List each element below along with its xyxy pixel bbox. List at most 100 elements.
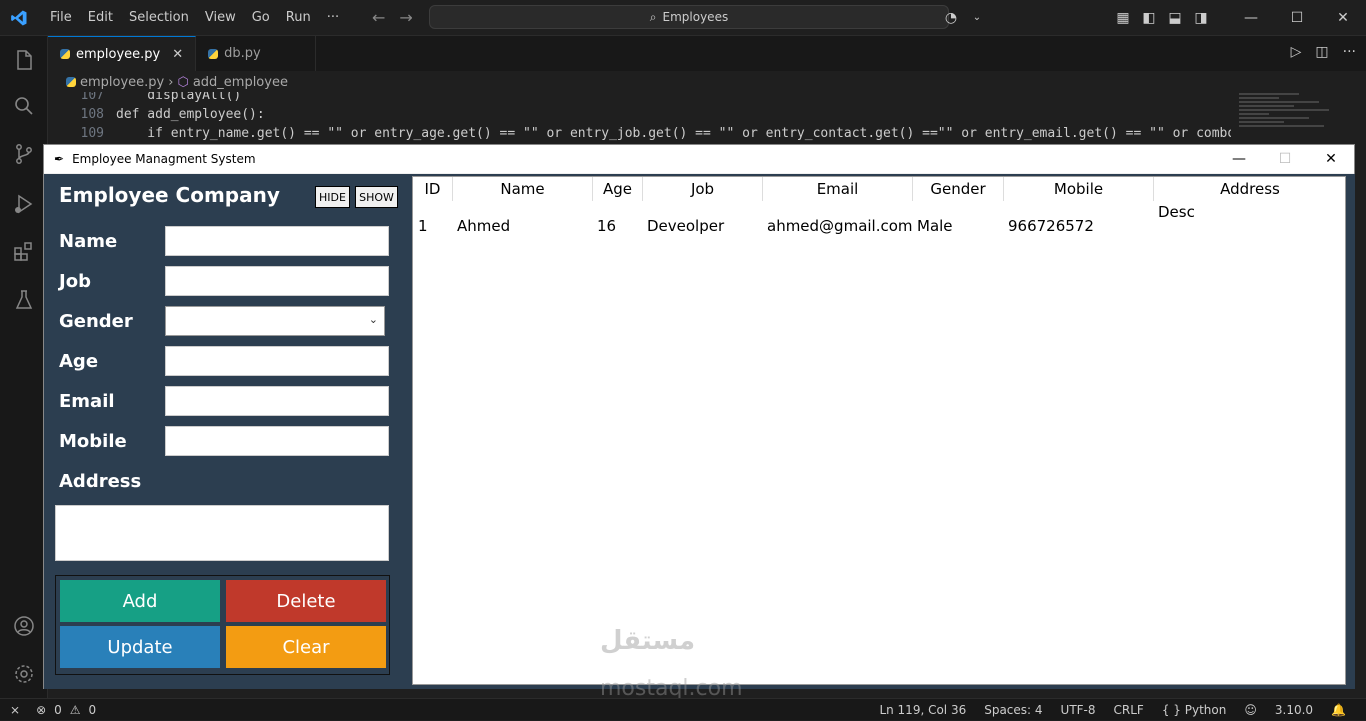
column-header-address[interactable]: Address	[1154, 177, 1345, 201]
error-count[interactable]: 0	[54, 703, 62, 717]
run-file-icon[interactable]: ▷	[1291, 44, 1302, 60]
tk-minimize-icon[interactable]: —	[1216, 145, 1262, 173]
code-editor[interactable]: 107 displayAll() 108 def add_employee():…	[48, 92, 1231, 144]
tk-close-icon[interactable]: ✕	[1308, 145, 1354, 173]
command-center-text: Employees	[662, 10, 729, 24]
menu-selection[interactable]: Selection	[121, 10, 197, 25]
search-icon[interactable]	[12, 94, 36, 118]
cell-id[interactable]: 1	[418, 217, 428, 235]
copilot-icon[interactable]: ◔	[938, 10, 964, 26]
age-entry[interactable]	[165, 346, 389, 376]
indentation[interactable]: Spaces: 4	[984, 703, 1042, 717]
employee-management-window: ✒ Employee Managment System — ☐ ✕ Employ…	[43, 144, 1355, 689]
warning-icon[interactable]: ⚠	[70, 703, 81, 717]
cell-name[interactable]: Ahmed	[457, 217, 510, 235]
search-icon: ⌕	[649, 9, 657, 24]
tk-feather-icon: ✒	[54, 152, 65, 166]
mobile-entry[interactable]	[165, 426, 389, 456]
add-button[interactable]: Add	[60, 580, 220, 622]
customize-layout-icon[interactable]: ▦	[1110, 10, 1136, 26]
clear-button[interactable]: Clear	[226, 626, 386, 668]
chevron-down-icon[interactable]: ⌄	[369, 313, 378, 326]
maximize-icon[interactable]: ☐	[1274, 10, 1320, 26]
menu-file[interactable]: File	[42, 10, 80, 25]
hide-button[interactable]: HIDE	[315, 186, 350, 208]
breadcrumb-file[interactable]: employee.py	[80, 75, 164, 90]
cell-age[interactable]: 16	[597, 217, 616, 235]
close-icon[interactable]: ✕	[1320, 10, 1366, 26]
python-version[interactable]: 3.10.0	[1275, 703, 1313, 717]
account-icon[interactable]	[12, 614, 36, 638]
column-header-job[interactable]: Job	[643, 177, 763, 201]
gender-combobox[interactable]: ⌄	[165, 306, 385, 336]
menu-more[interactable]: ···	[319, 10, 347, 25]
column-header-id[interactable]: ID	[413, 177, 453, 201]
error-icon[interactable]: ⊗	[36, 703, 46, 717]
toggle-secondary-sidebar-icon[interactable]: ◨	[1188, 10, 1214, 26]
testing-flask-icon[interactable]	[12, 288, 36, 312]
breadcrumb-symbol[interactable]: add_employee	[193, 75, 288, 90]
tab-label: db.py	[224, 46, 261, 61]
column-header-gender[interactable]: Gender	[913, 177, 1004, 201]
minimap[interactable]	[1233, 92, 1353, 152]
address-textbox[interactable]	[55, 505, 389, 561]
update-button[interactable]: Update	[60, 626, 220, 668]
toggle-panel-icon[interactable]: ⬓	[1162, 10, 1188, 26]
code-line: def add_employee():	[116, 107, 265, 122]
column-header-email[interactable]: Email	[763, 177, 913, 201]
menu-bar: File Edit Selection View Go Run ···	[42, 10, 347, 25]
cell-gender[interactable]: Male	[917, 217, 953, 235]
tab-close-icon[interactable]: ✕	[172, 47, 183, 62]
cell-mobile[interactable]: 966726572	[1008, 217, 1094, 235]
more-actions-icon[interactable]: ···	[1343, 44, 1356, 60]
forward-arrow-icon[interactable]: →	[399, 8, 412, 27]
email-entry[interactable]	[165, 386, 389, 416]
language-mode[interactable]: { } Python	[1162, 703, 1227, 717]
toggle-sidebar-icon[interactable]: ◧	[1136, 10, 1162, 26]
employees-treeview[interactable]: ID Name Age Job Email Gender Mobile Addr…	[412, 176, 1346, 685]
minimize-icon[interactable]: —	[1228, 10, 1274, 26]
cursor-position[interactable]: Ln 119, Col 36	[879, 703, 966, 717]
buttons-frame: Add Delete Update Clear	[55, 575, 390, 675]
tk-maximize-icon[interactable]: ☐	[1262, 145, 1308, 173]
line-number: 108	[80, 107, 104, 122]
tab-employee-py[interactable]: employee.py ✕	[48, 36, 197, 71]
cell-job[interactable]: Deveolper	[647, 217, 724, 235]
tab-db-py[interactable]: db.py	[196, 36, 317, 71]
command-center-search[interactable]: ⌕ Employees	[429, 5, 949, 29]
split-editor-icon[interactable]: ◫	[1315, 44, 1328, 60]
notifications-bell-icon[interactable]: 🔔	[1331, 703, 1346, 717]
language-label: Python	[1184, 703, 1227, 717]
explorer-icon[interactable]	[12, 48, 36, 72]
show-button[interactable]: SHOW	[355, 186, 398, 208]
menu-go[interactable]: Go	[244, 10, 278, 25]
name-entry[interactable]	[165, 226, 389, 256]
tk-title-bar: ✒ Employee Managment System — ☐ ✕	[44, 145, 1354, 173]
column-header-mobile[interactable]: Mobile	[1004, 177, 1154, 201]
extensions-icon[interactable]	[12, 240, 36, 264]
status-bar: ⨯ ⊗ 0 ⚠ 0 Ln 119, Col 36 Spaces: 4 UTF-8…	[0, 698, 1366, 720]
braces-icon: { }	[1161, 703, 1181, 717]
column-header-age[interactable]: Age	[593, 177, 643, 201]
entries-panel: Employee Company HIDE SHOW Name Job Gend…	[44, 174, 409, 689]
warning-count[interactable]: 0	[89, 703, 97, 717]
cell-email[interactable]: ahmed@gmail.com	[767, 217, 913, 235]
menu-edit[interactable]: Edit	[80, 10, 121, 25]
watermark-logo: مستقل	[600, 626, 696, 656]
back-arrow-icon[interactable]: ←	[372, 8, 385, 27]
menu-run[interactable]: Run	[278, 10, 319, 25]
email-label: Email	[59, 391, 115, 412]
remote-icon[interactable]: ⨯	[10, 703, 20, 717]
menu-view[interactable]: View	[197, 10, 244, 25]
source-control-icon[interactable]	[12, 142, 36, 166]
run-debug-icon[interactable]	[12, 192, 36, 216]
encoding[interactable]: UTF-8	[1061, 703, 1096, 717]
end-of-line[interactable]: CRLF	[1114, 703, 1144, 717]
cell-address[interactable]: Desc	[1158, 203, 1195, 221]
delete-button[interactable]: Delete	[226, 580, 386, 622]
job-entry[interactable]	[165, 266, 389, 296]
copilot-status-icon[interactable]: ☺	[1244, 703, 1257, 717]
column-header-name[interactable]: Name	[453, 177, 593, 201]
chevron-down-icon[interactable]: ⌄	[964, 12, 990, 23]
settings-gear-icon[interactable]	[12, 662, 36, 686]
